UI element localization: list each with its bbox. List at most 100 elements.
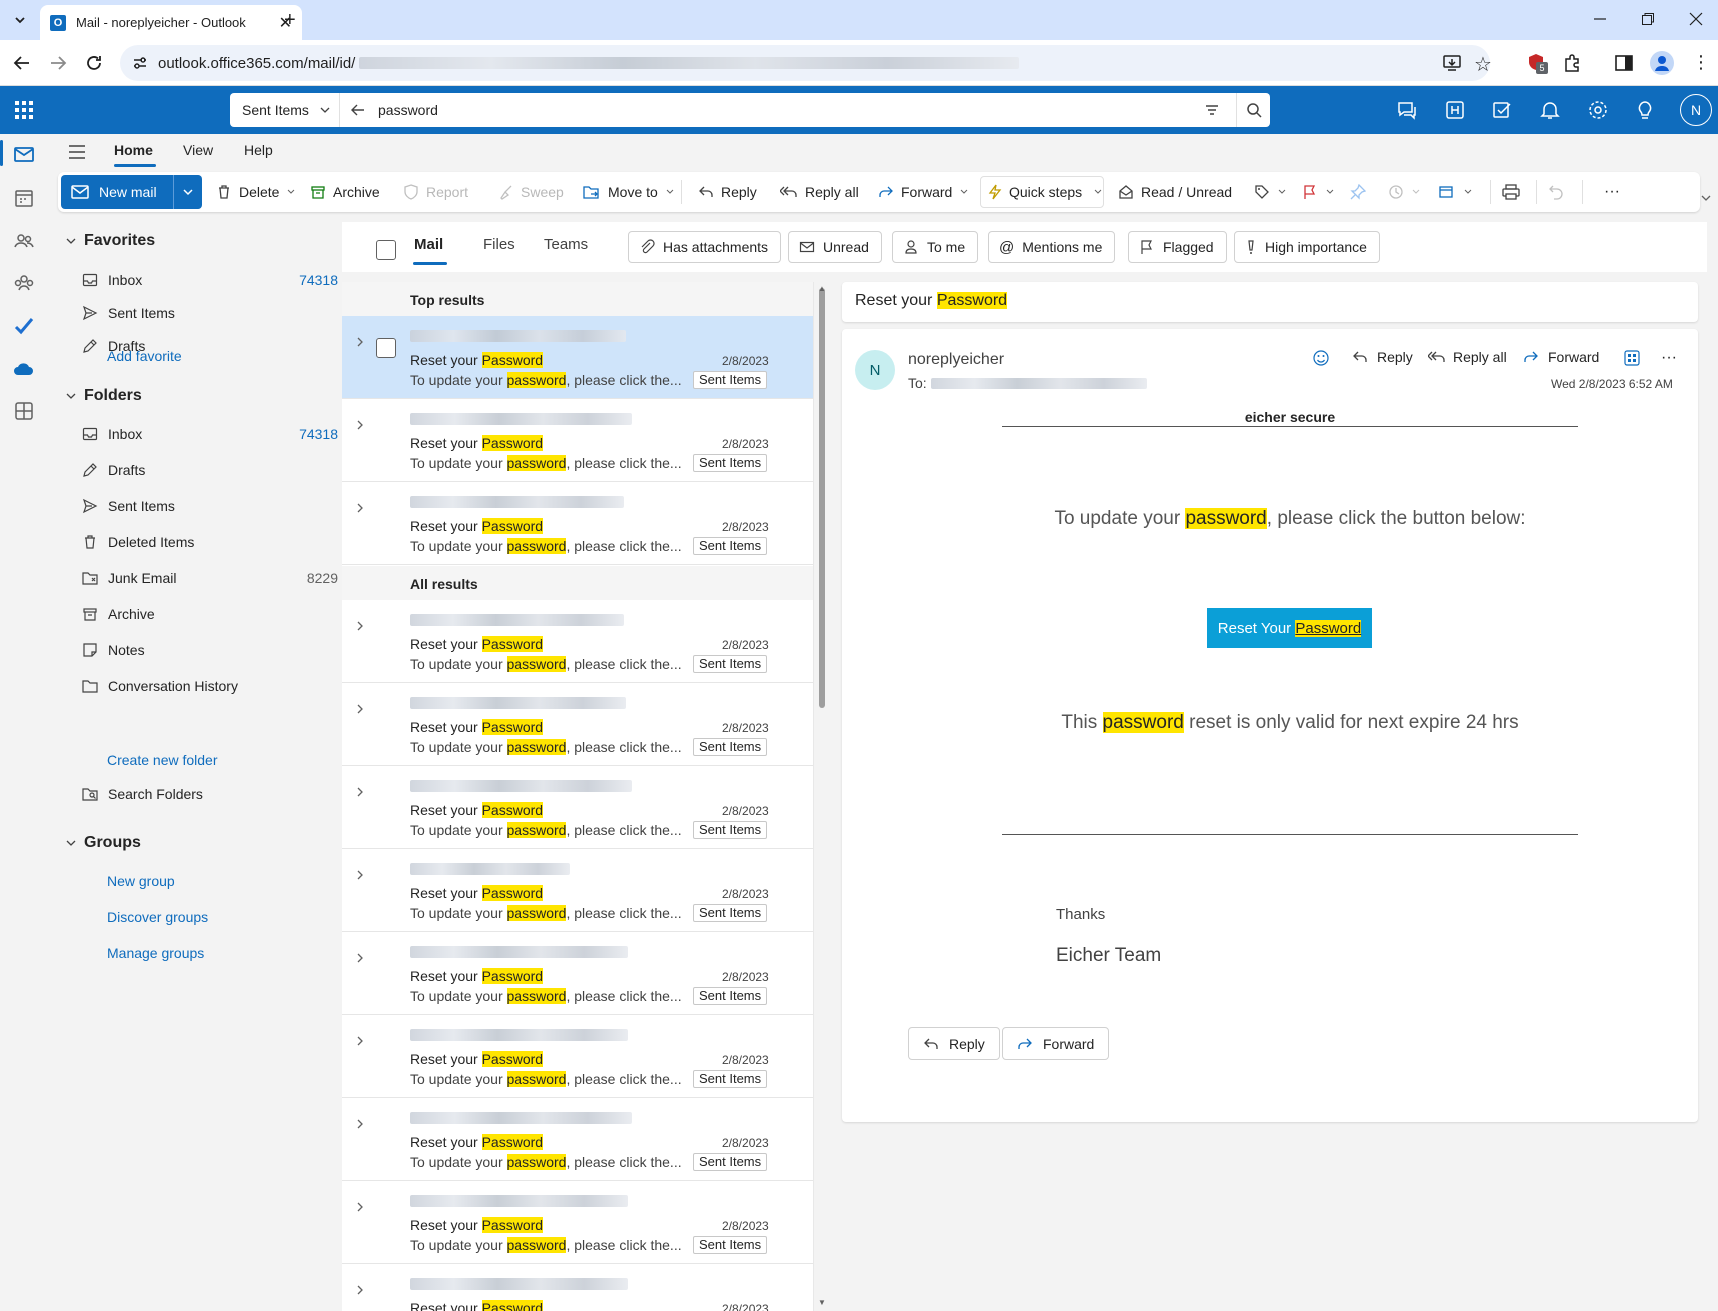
- move-to-button[interactable]: Move to: [583, 172, 675, 212]
- expand-thread-chevron-icon[interactable]: [354, 1284, 366, 1296]
- folder-conversation-history[interactable]: Conversation History: [82, 671, 338, 701]
- forward-nav-icon[interactable]: [48, 53, 68, 73]
- folder-notes[interactable]: Notes: [82, 635, 338, 665]
- groups-header[interactable]: Groups: [66, 834, 141, 852]
- create-new-folder-link[interactable]: Create new folder: [107, 752, 218, 768]
- onedrive-cloud-icon[interactable]: [12, 357, 36, 381]
- unread-chip[interactable]: Unread: [788, 231, 882, 263]
- message-list-item[interactable]: Reset your Password To update your passwo…: [342, 1015, 813, 1098]
- scroll-down-arrow[interactable]: ▼: [818, 1298, 826, 1307]
- chevron-down-icon[interactable]: [286, 187, 296, 197]
- forward-button[interactable]: Forward: [878, 172, 969, 212]
- chevron-down-icon[interactable]: [1325, 187, 1335, 197]
- filter-tab-mail[interactable]: Mail: [414, 236, 443, 253]
- reading-forward-button[interactable]: Forward: [1523, 349, 1599, 365]
- favorite-inbox[interactable]: Inbox 74318: [82, 265, 338, 295]
- select-all-checkbox[interactable]: [376, 240, 396, 260]
- archive-button[interactable]: Archive: [310, 172, 380, 212]
- account-avatar[interactable]: N: [1680, 94, 1712, 126]
- profile-icon[interactable]: [1650, 51, 1674, 75]
- discover-groups-link[interactable]: Discover groups: [107, 909, 208, 925]
- sweep-button[interactable]: Sweep: [498, 172, 564, 212]
- expand-thread-chevron-icon[interactable]: [354, 1201, 366, 1213]
- message-list-item[interactable]: Reset your Password To update your passwo…: [342, 932, 813, 1015]
- expand-thread-chevron-icon[interactable]: [354, 1118, 366, 1130]
- search-filter-icon[interactable]: [1204, 102, 1220, 118]
- todo-check-icon[interactable]: [12, 314, 36, 338]
- my-day-icon[interactable]: [1491, 99, 1513, 121]
- folders-header[interactable]: Folders: [66, 387, 142, 405]
- tab-home[interactable]: Home: [114, 142, 153, 158]
- sender-name[interactable]: noreplyeicher: [908, 351, 1004, 369]
- search-icon[interactable]: [1236, 93, 1270, 127]
- print-button[interactable]: [1502, 172, 1520, 212]
- search-folders[interactable]: Search Folders: [82, 779, 338, 809]
- teams-chat-icon[interactable]: [1396, 99, 1418, 121]
- folder-archive[interactable]: Archive: [82, 599, 338, 629]
- manage-groups-link[interactable]: Manage groups: [107, 945, 204, 961]
- new-group-link[interactable]: New group: [107, 873, 175, 889]
- chevron-down-icon[interactable]: [665, 187, 675, 197]
- folder-junk-email[interactable]: Junk Email 8229: [82, 563, 338, 593]
- more-options-button[interactable]: ···: [1604, 172, 1620, 212]
- to-me-chip[interactable]: To me: [892, 231, 979, 263]
- filter-tab-teams[interactable]: Teams: [544, 236, 588, 253]
- search-input[interactable]: password: [378, 102, 1204, 118]
- reset-password-button[interactable]: Reset Your Password: [1207, 608, 1372, 648]
- bookmark-star-icon[interactable]: ☆: [1474, 52, 1492, 77]
- message-list-item[interactable]: Reset your Password To update your passwo…: [342, 316, 813, 399]
- reading-reply-button[interactable]: Reply: [1352, 349, 1413, 365]
- url-bar[interactable]: outlook.office365.com/mail/id/: [120, 45, 1490, 81]
- message-list-item[interactable]: Reset your Password To update your passwo…: [342, 1181, 813, 1264]
- search-back-icon[interactable]: [350, 102, 366, 118]
- undo-button[interactable]: [1548, 172, 1564, 212]
- expand-thread-chevron-icon[interactable]: [354, 620, 366, 632]
- extension-shield-icon[interactable]: 5: [1526, 52, 1548, 74]
- chevron-down-icon[interactable]: [1093, 187, 1103, 197]
- sender-avatar[interactable]: N: [855, 350, 895, 390]
- people-icon[interactable]: [12, 229, 36, 253]
- emoji-react-button[interactable]: [1312, 349, 1330, 367]
- bottom-reply-button[interactable]: Reply: [908, 1027, 1000, 1060]
- more-apps-icon[interactable]: [12, 399, 36, 423]
- tab-help[interactable]: Help: [244, 142, 273, 158]
- immersive-reader-button[interactable]: [1623, 349, 1641, 367]
- message-list-item[interactable]: Reset your Password To update your passwo…: [342, 683, 813, 766]
- expand-thread-chevron-icon[interactable]: [354, 786, 366, 798]
- flag-button[interactable]: [1302, 172, 1335, 212]
- reload-icon[interactable]: [84, 53, 104, 73]
- add-favorite-link[interactable]: Add favorite: [107, 348, 182, 364]
- expand-thread-chevron-icon[interactable]: [354, 1035, 366, 1047]
- app-launcher-icon[interactable]: [14, 100, 34, 120]
- extensions-puzzle-icon[interactable]: [1562, 53, 1582, 73]
- rules-button[interactable]: [1438, 172, 1473, 212]
- browser-tab[interactable]: O Mail - noreplyeicher - Outlook ✕: [40, 5, 302, 40]
- restore-icon[interactable]: [1641, 12, 1655, 26]
- tab-view[interactable]: View: [183, 142, 213, 158]
- message-list-item[interactable]: Reset your Password To update your passwo…: [342, 399, 813, 482]
- message-list-item[interactable]: Reset your Password To update your passwo…: [342, 1098, 813, 1181]
- hamburger-menu-icon[interactable]: [68, 144, 86, 160]
- expand-thread-chevron-icon[interactable]: [354, 869, 366, 881]
- chevron-down-icon[interactable]: [1277, 187, 1287, 197]
- message-list-item[interactable]: Reset your Password To update your passwo…: [342, 482, 813, 565]
- tab-search-icon[interactable]: [10, 10, 30, 30]
- chevron-down-icon[interactable]: [1411, 187, 1421, 197]
- expand-thread-chevron-icon[interactable]: [354, 502, 366, 514]
- new-tab-icon[interactable]: +: [284, 9, 296, 32]
- office-icon[interactable]: [1444, 99, 1466, 121]
- back-icon[interactable]: [12, 53, 32, 73]
- scroll-up-arrow[interactable]: ▲: [818, 284, 826, 293]
- has-attachments-chip[interactable]: Has attachments: [628, 231, 782, 263]
- tips-lightbulb-icon[interactable]: [1634, 99, 1656, 121]
- site-info-icon[interactable]: [132, 55, 148, 71]
- message-list-item[interactable]: Reset your Password To update your passwo…: [342, 600, 813, 683]
- settings-gear-icon[interactable]: [1587, 99, 1609, 121]
- folder-drafts[interactable]: Drafts: [82, 455, 338, 485]
- groups-icon[interactable]: [12, 271, 36, 295]
- report-button[interactable]: Report: [403, 172, 468, 212]
- favorites-header[interactable]: Favorites: [66, 232, 155, 250]
- minimize-icon[interactable]: [1593, 12, 1607, 26]
- new-mail-dropdown[interactable]: [173, 175, 202, 209]
- folder-sent-items[interactable]: Sent Items: [82, 491, 338, 521]
